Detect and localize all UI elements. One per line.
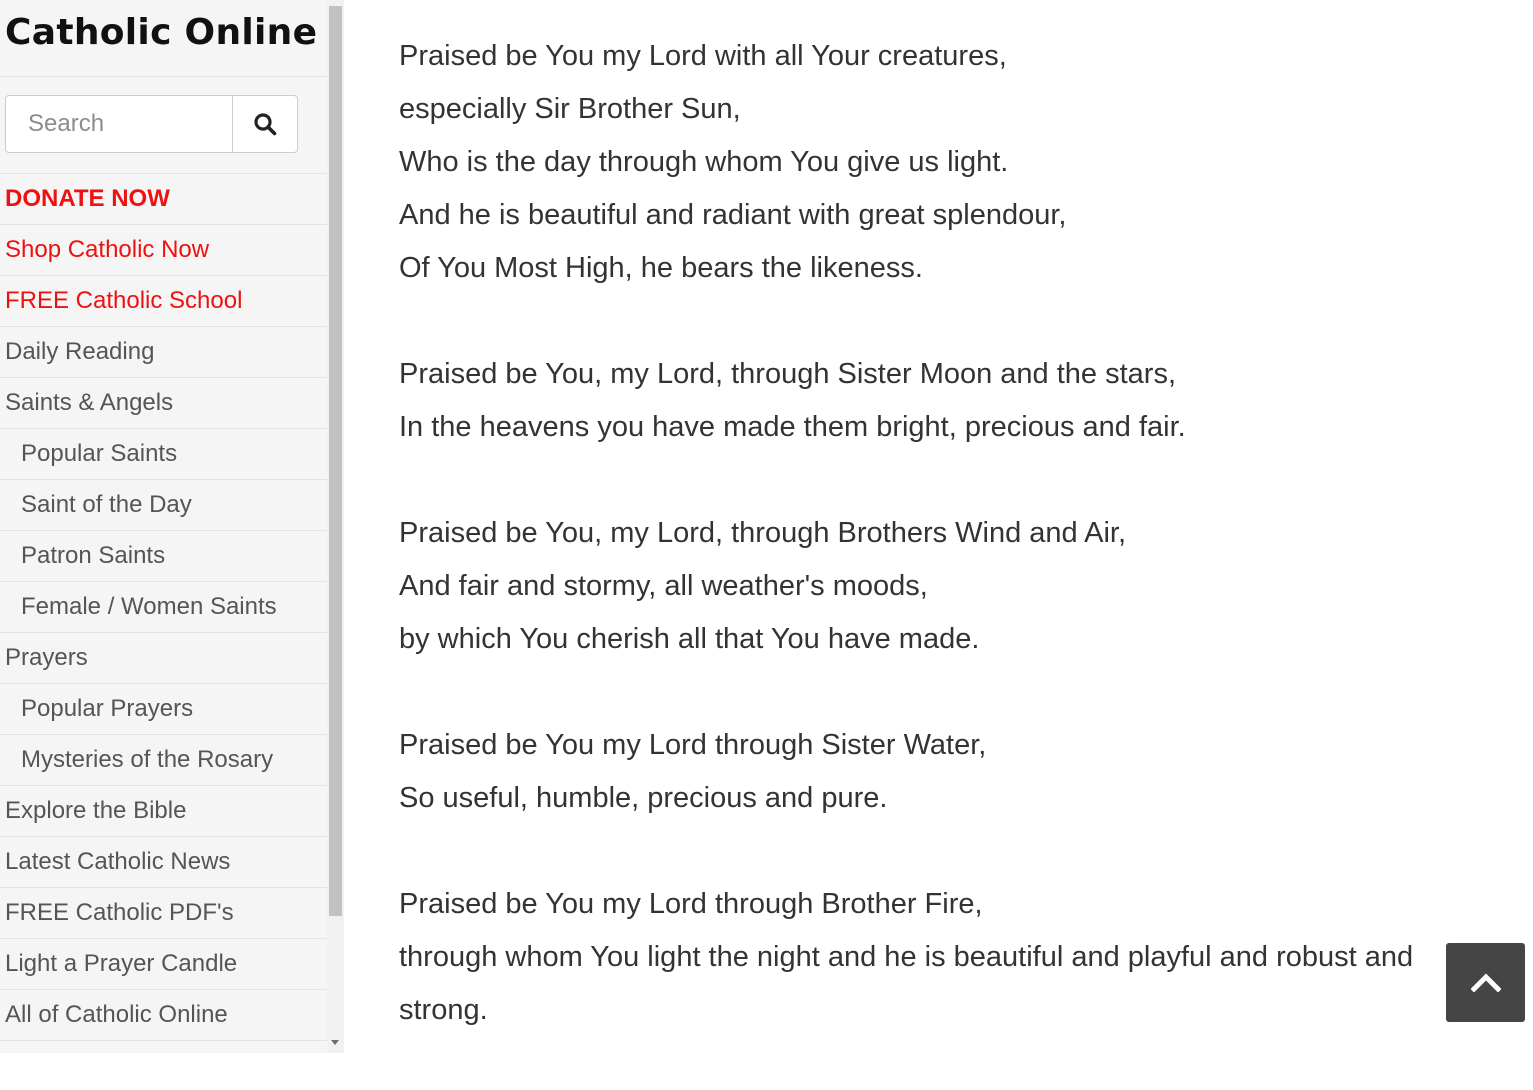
sidebar-item-donate-now[interactable]: DONATE NOW bbox=[0, 174, 327, 225]
search-input[interactable] bbox=[6, 96, 232, 152]
stanza: Praised be You, my Lord, through Sister … bbox=[399, 348, 1459, 454]
search-button[interactable] bbox=[233, 96, 297, 152]
stanza: Praised be You, my Lord, through Brother… bbox=[399, 507, 1459, 666]
sidebar-scrollbar[interactable] bbox=[327, 0, 344, 1053]
sidebar-item-saint-of-the-day[interactable]: Saint of the Day bbox=[0, 480, 327, 531]
sidebar-item-daily-reading[interactable]: Daily Reading bbox=[0, 327, 327, 378]
sidebar-item-female-women-saints[interactable]: Female / Women Saints bbox=[0, 582, 327, 633]
logo-divider bbox=[0, 76, 327, 77]
sidebar-item-light-a-prayer-candle[interactable]: Light a Prayer Candle bbox=[0, 939, 327, 990]
sidebar-menu: DONATE NOW Shop Catholic Now FREE Catholic… bbox=[0, 174, 327, 1041]
sidebar-item-free-catholic-pdf-s[interactable]: FREE Catholic PDF's bbox=[0, 888, 327, 939]
search-form bbox=[5, 95, 298, 153]
sidebar-item-explore-the-bible[interactable]: Explore the Bible bbox=[0, 786, 327, 837]
prayer-line: Who is the day through whom You give us … bbox=[399, 146, 1009, 178]
sidebar-item-shop-catholic-now[interactable]: Shop Catholic Now bbox=[0, 225, 327, 276]
sidebar-item-all-of-catholic-online[interactable]: All of Catholic Online bbox=[0, 990, 327, 1041]
site-logo[interactable]: Catholic Online bbox=[5, 10, 317, 56]
prayer-line: Praised be You my Lord through Brother F… bbox=[399, 888, 983, 920]
prayer-line: by which You cherish all that You have m… bbox=[399, 623, 980, 655]
scroll-down-arrow-icon[interactable] bbox=[331, 1040, 339, 1045]
sidebar-item-prayers[interactable]: Prayers bbox=[0, 633, 327, 684]
sidebar-item-mysteries-of-the-rosary[interactable]: Mysteries of the Rosary bbox=[0, 735, 327, 786]
prayer-line: strong. bbox=[399, 994, 488, 1026]
sidebar-item-patron-saints[interactable]: Patron Saints bbox=[0, 531, 327, 582]
scrollbar-thumb[interactable] bbox=[329, 6, 342, 916]
prayer-line: Of You Most High, he bears the likeness. bbox=[399, 252, 923, 284]
sidebar-item-free-catholic-school[interactable]: FREE Catholic School bbox=[0, 276, 327, 327]
prayer-line: Praised be You my Lord through Sister Wa… bbox=[399, 729, 987, 761]
prayer-line: Praised be You, my Lord, through Brother… bbox=[399, 517, 1127, 549]
prayer-line: especially Sir Brother Sun, bbox=[399, 93, 741, 125]
prayer-text: Praised be You my Lord with all Your cre… bbox=[399, 30, 1459, 1090]
sidebar-item-latest-catholic-news[interactable]: Latest Catholic News bbox=[0, 837, 327, 888]
search-icon bbox=[254, 113, 277, 136]
stanza: Praised be You my Lord with all Your cre… bbox=[399, 30, 1459, 295]
prayer-line: Praised be You, my Lord, through Sister … bbox=[399, 358, 1177, 390]
prayer-line: In the heavens you have made them bright… bbox=[399, 411, 1186, 443]
sidebar-item-popular-prayers[interactable]: Popular Prayers bbox=[0, 684, 327, 735]
chevron-up-icon bbox=[1471, 973, 1501, 992]
sidebar: Catholic Online DONATE NOWShop Catholic … bbox=[0, 0, 327, 1053]
stanza: Praised be You my Lord through Brother F… bbox=[399, 878, 1459, 1037]
prayer-line: So useful, humble, precious and pure. bbox=[399, 782, 888, 814]
prayer-line: And he is beautiful and radiant with gre… bbox=[399, 199, 1067, 231]
sidebar-item-saints-angels[interactable]: Saints & Angels bbox=[0, 378, 327, 429]
prayer-line: through whom You light the night and he … bbox=[399, 941, 1414, 973]
prayer-line: Praised be You my Lord with all Your cre… bbox=[399, 40, 1007, 72]
prayer-line: And fair and stormy, all weather's moods… bbox=[399, 570, 928, 602]
stanza: Praised be You my Lord through Sister Wa… bbox=[399, 719, 1459, 825]
back-to-top-button[interactable] bbox=[1446, 943, 1525, 1022]
sidebar-item-popular-saints[interactable]: Popular Saints bbox=[0, 429, 327, 480]
